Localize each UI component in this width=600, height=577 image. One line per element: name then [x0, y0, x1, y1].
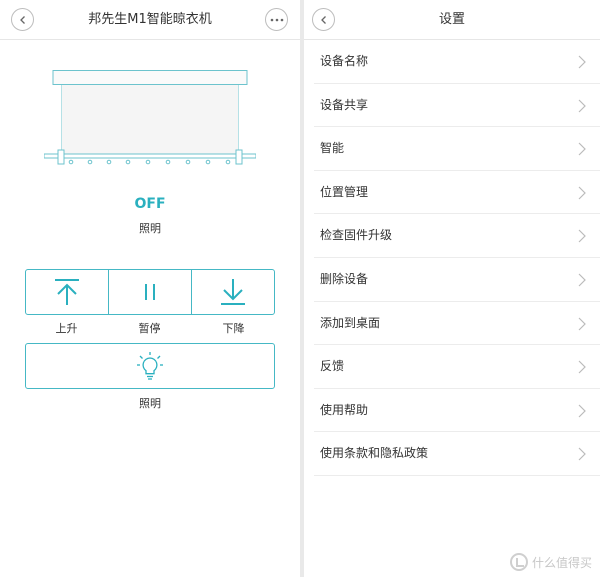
settings-header: 设置 — [304, 0, 600, 40]
chevron-right-icon — [578, 404, 586, 418]
watermark-logo-icon — [509, 553, 528, 571]
raise-label: 上升 — [55, 322, 78, 335]
menu-item-smart[interactable]: 智能 — [314, 127, 600, 171]
menu-item-label: 位置管理 — [320, 184, 369, 199]
chevron-right-icon — [578, 55, 586, 69]
site-watermark: 什么值得买 — [509, 553, 592, 571]
chevron-right-icon — [578, 273, 586, 287]
settings-panel: 设置 设备名称 设备共享 智能 位置管理 检查固件升级 删除设备 添加到桌面 反… — [304, 0, 600, 577]
menu-item-firmware[interactable]: 检查固件升级 — [314, 214, 600, 258]
menu-item-delete-device[interactable]: 删除设备 — [314, 258, 600, 302]
settings-menu: 设备名称 设备共享 智能 位置管理 检查固件升级 删除设备 添加到桌面 反馈 使… — [304, 40, 600, 476]
rack-controls — [25, 269, 275, 315]
light-bulb-icon — [137, 352, 163, 380]
pause-label: 暂停 — [138, 322, 161, 335]
light-button-label: 照明 — [139, 397, 161, 410]
menu-item-location[interactable]: 位置管理 — [314, 171, 600, 215]
chevron-right-icon — [578, 360, 586, 374]
settings-title: 设置 — [438, 12, 465, 27]
menu-item-label: 设备共享 — [320, 97, 369, 112]
menu-item-terms-privacy[interactable]: 使用条款和隐私政策 — [314, 432, 600, 476]
menu-item-label: 使用帮助 — [320, 402, 369, 417]
menu-item-label: 检查固件升级 — [320, 228, 393, 243]
chevron-right-icon — [578, 229, 586, 243]
chevron-right-icon — [578, 447, 586, 461]
menu-item-add-to-desktop[interactable]: 添加到桌面 — [314, 302, 600, 346]
watermark-text: 什么值得买 — [531, 555, 592, 570]
menu-item-help[interactable]: 使用帮助 — [314, 389, 600, 433]
chevron-right-icon — [578, 186, 586, 200]
light-status-label: 照明 — [139, 222, 161, 235]
menu-item-device-share[interactable]: 设备共享 — [314, 84, 600, 128]
chevron-right-icon — [578, 99, 586, 113]
raise-button[interactable] — [26, 270, 109, 314]
menu-item-feedback[interactable]: 反馈 — [314, 345, 600, 389]
arrow-down-bar-icon — [221, 279, 245, 305]
page-title: 邦先生M1智能晾衣机 — [88, 12, 212, 27]
chevron-right-icon — [578, 142, 586, 156]
device-header: 邦先生M1智能晾衣机 — [0, 0, 300, 40]
menu-item-label: 添加到桌面 — [320, 315, 381, 330]
drying-rack-illustration — [44, 70, 256, 165]
pause-button[interactable] — [109, 270, 192, 314]
pause-icon — [145, 284, 155, 300]
chevron-right-icon — [578, 317, 586, 330]
lower-label: 下降 — [222, 322, 245, 335]
light-status-value: OFF — [134, 196, 166, 212]
menu-item-label: 删除设备 — [320, 271, 369, 286]
menu-item-device-name[interactable]: 设备名称 — [314, 40, 600, 84]
menu-item-label: 使用条款和隐私政策 — [320, 446, 429, 461]
menu-item-label: 反馈 — [320, 359, 345, 374]
lower-button[interactable] — [192, 270, 274, 314]
menu-item-label: 智能 — [320, 141, 345, 156]
arrow-up-bar-icon — [55, 279, 79, 305]
light-toggle-button[interactable] — [25, 343, 275, 389]
more-dots-icon — [270, 18, 283, 21]
more-button[interactable] — [265, 8, 288, 31]
menu-item-label: 设备名称 — [320, 54, 369, 68]
device-panel: 邦先生M1智能晾衣机 OFF 照明 上升 暂停 下降 照明 — [0, 0, 300, 577]
